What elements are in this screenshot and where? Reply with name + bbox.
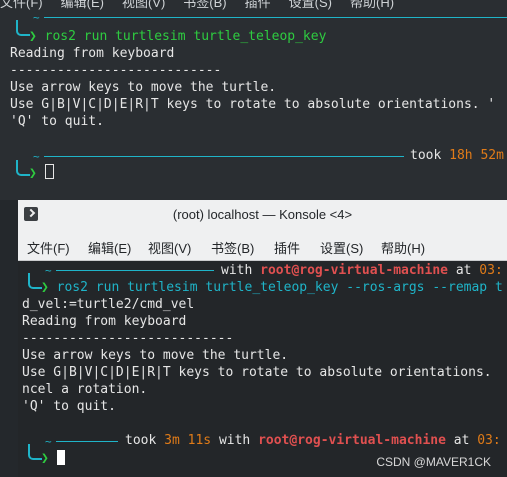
output-line: Use G|B|V|C|D|E|R|T keys to rotate to ab… (22, 365, 492, 380)
terminal-cursor (44, 164, 54, 179)
back-terminal-window[interactable]: 文件(F) 编辑(E) 视图(V) 书签(B) 插件 设置(S) 帮助(H) ~ ❯ ros… (0, 0, 507, 200)
window-title: (root) localhost — Konsole <4> (172, 207, 353, 222)
menu-help[interactable]: 帮助(H) (381, 238, 425, 257)
output-line: 'Q' to quit. (10, 114, 104, 129)
konsole-window[interactable]: (root) localhost — Konsole <4> 文件(F) 编辑(… (18, 200, 507, 477)
menu-file[interactable]: 文件(F) (27, 238, 70, 257)
output-line: Use arrow keys to move the turtle. (22, 348, 289, 363)
prompt-bracket (16, 160, 30, 176)
prompt-info: took 3m 11s with root@rog-virtual-machin… (125, 432, 501, 449)
terminal-area[interactable]: ~ with root@rog-virtual-machine at 03: ❯… (18, 261, 507, 477)
prompt-bracket (28, 444, 42, 460)
prompt-dir: ~ (33, 150, 40, 163)
prompt-arrow-icon: ❯ (41, 451, 49, 466)
with-label: with (221, 263, 253, 278)
took-info: took 18h 52m (410, 147, 504, 164)
output-line: 'Q' to quit. (22, 399, 116, 414)
prompt-rule (44, 17, 507, 18)
at-label: at (453, 433, 470, 448)
prompt-line[interactable]: ❯ (29, 164, 54, 182)
prompt-rule (56, 270, 214, 271)
prompt-arrow-icon: ❯ (29, 29, 37, 44)
menu-edit[interactable]: 编辑(E) (88, 238, 131, 257)
menu-plugins[interactable]: 插件 (274, 238, 300, 257)
prompt-dir: ~ (45, 264, 52, 277)
background-strip (0, 200, 18, 477)
menu-view[interactable]: 视图(V) (148, 238, 191, 257)
took-value: 18h 52m (449, 148, 504, 163)
back-menu-view[interactable]: 视图(V) (122, 0, 165, 10)
prompt-rule (56, 441, 118, 442)
prompt-arrow-icon: ❯ (29, 166, 37, 181)
back-menubar: 文件(F) 编辑(E) 视图(V) 书签(B) 插件 设置(S) 帮助(H) (0, 0, 507, 10)
output-line: Use G|B|V|C|D|E|R|T keys to rotate to ab… (10, 97, 496, 112)
command-text: ros2 run turtlesim turtle_teleop_key (44, 29, 327, 44)
menu-bookmarks[interactable]: 书签(B) (211, 238, 254, 257)
prompt-bracket (28, 273, 42, 289)
prompt-dir: ~ (45, 435, 52, 448)
user-host: root@rog-virtual-machine (258, 433, 446, 448)
prompt-arrow-icon: ❯ (41, 280, 49, 295)
with-label: with (218, 433, 251, 448)
took-value: 3m 11s (164, 433, 212, 448)
menubar: 文件(F) 编辑(E) 视图(V) 书签(B) 插件 设置(S) 帮助(H) (18, 230, 507, 261)
output-line: ncel a rotation. (22, 382, 148, 397)
back-menu-help[interactable]: 帮助(H) (350, 0, 394, 10)
command-line: ❯ ros2 run turtlesim turtle_teleop_key -… (41, 279, 503, 296)
took-label: took (410, 148, 442, 163)
output-line: Use arrow keys to move the turtle. (10, 80, 277, 95)
at-label: at (455, 263, 472, 278)
output-line: --------------------------- (10, 63, 222, 78)
command-text: ros2 run turtlesim turtle_teleop_key --r… (56, 280, 503, 295)
prompt-bracket (16, 20, 30, 36)
back-menu-settings[interactable]: 设置(S) (289, 0, 332, 10)
command-continuation: d_vel:=turtle2/cmd_vel (22, 297, 195, 312)
watermark: CSDN @MAVER1CK (376, 455, 491, 469)
back-menu-bookmarks[interactable]: 书签(B) (183, 0, 226, 10)
output-line: Reading from keyboard (10, 46, 175, 61)
time-value: 03: (477, 433, 501, 448)
back-menu-plugins[interactable]: 插件 (245, 0, 271, 10)
prompt-dir: ~ (33, 11, 40, 24)
user-host: root@rog-virtual-machine (260, 263, 448, 278)
window-titlebar[interactable]: (root) localhost — Konsole <4> (18, 200, 507, 231)
prompt-rule (44, 156, 404, 157)
output-line: --------------------------- (22, 331, 234, 346)
terminal-cursor (56, 450, 65, 465)
back-menu-edit[interactable]: 编辑(E) (61, 0, 104, 10)
prompt-line[interactable]: ❯ (41, 450, 65, 467)
time-value: 03: (479, 263, 503, 278)
output-line: Reading from keyboard (22, 314, 187, 329)
prompt-info: with root@rog-virtual-machine at 03: (221, 262, 503, 279)
took-label: took (125, 433, 157, 448)
menu-settings[interactable]: 设置(S) (320, 238, 363, 257)
prompt-line: ❯ ros2 run turtlesim turtle_teleop_key (29, 28, 326, 45)
